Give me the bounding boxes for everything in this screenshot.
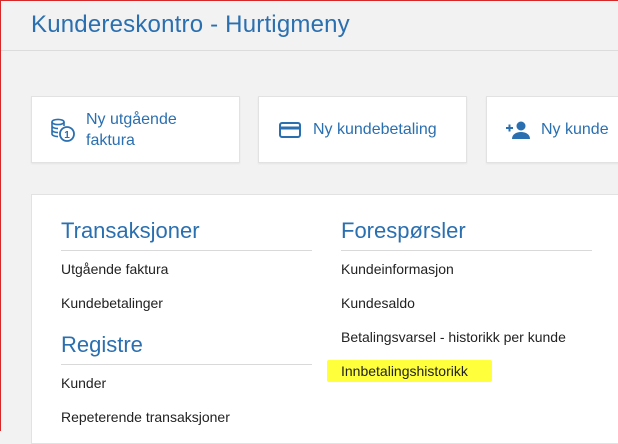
section-divider (341, 250, 592, 251)
section-divider (61, 364, 312, 365)
section-title-transaksjoner: Transaksjoner (61, 218, 200, 243)
new-outgoing-invoice-label: Ny utgående faktura (86, 110, 177, 149)
new-customer-payment-label: Ny kundebetaling (313, 121, 437, 138)
new-customer-payment-tile[interactable]: Ny kundebetaling (258, 96, 467, 163)
link-kundesaldo[interactable]: Kundesaldo (341, 295, 415, 311)
section-title-registre: Registre (61, 332, 143, 357)
link-repeterende-transaksjoner[interactable]: Repeterende transaksjoner (61, 409, 230, 425)
link-kunder[interactable]: Kunder (61, 375, 106, 391)
page-header: Kundereskontro - Hurtigmeny (0, 0, 618, 51)
new-outgoing-invoice-tile[interactable]: 1 Ny utgående faktura (31, 96, 240, 163)
link-betalingsvarsel-historikk[interactable]: Betalingsvarsel - historikk per kunde (341, 329, 566, 345)
section-divider (61, 250, 312, 251)
section-title-foresporsler: Forespørsler (341, 218, 466, 243)
link-innbetalingshistorikk[interactable]: Innbetalingshistorikk (341, 363, 468, 379)
credit-card-icon (276, 116, 304, 144)
link-utgaende-faktura[interactable]: Utgående faktura (61, 261, 168, 277)
add-person-icon (504, 116, 532, 144)
page-title: Kundereskontro - Hurtigmeny (31, 11, 350, 38)
new-customer-tile[interactable]: Ny kunde (486, 96, 618, 163)
svg-text:1: 1 (64, 130, 70, 141)
new-customer-label: Ny kunde (541, 121, 609, 138)
link-kundeinformasjon[interactable]: Kundeinformasjon (341, 261, 454, 277)
link-kundebetalinger[interactable]: Kundebetalinger (61, 295, 163, 311)
coins-invoice-icon: 1 (49, 116, 77, 144)
